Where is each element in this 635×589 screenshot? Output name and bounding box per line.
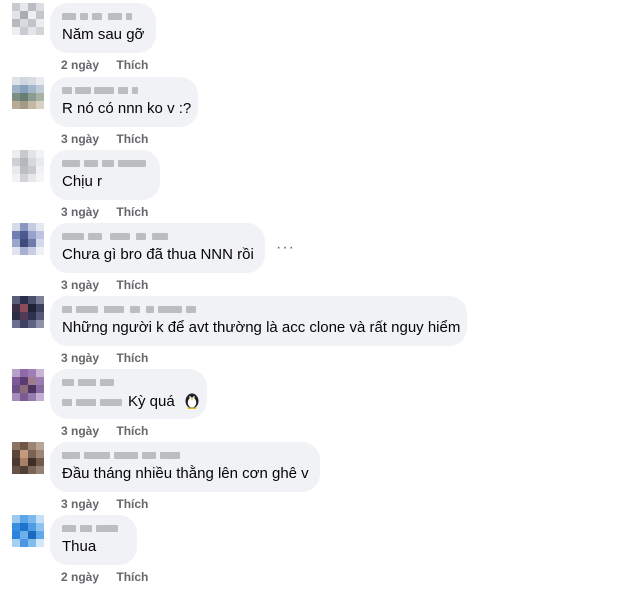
avatar[interactable] (12, 150, 44, 182)
avatar[interactable] (12, 515, 44, 547)
comment-meta: 2 ngày Thích (61, 570, 148, 584)
comment-bubble: R nó có nnn ko v :? (50, 77, 198, 127)
comment-time[interactable]: 2 ngày (61, 58, 99, 72)
like-button[interactable]: Thích (116, 58, 148, 72)
comment-bubble: Chưa gì bro đã thua NNN rồi (50, 223, 265, 273)
comment-text: Chịu r (62, 173, 103, 190)
comment-time[interactable]: 3 ngày (61, 497, 99, 511)
author-name[interactable] (62, 11, 144, 21)
avatar[interactable] (12, 369, 44, 401)
avatar[interactable] (12, 77, 44, 109)
comment-bubble: Những người k để avt thường là acc clone… (50, 296, 467, 346)
comment-feed: Năm sau gỡ 2 ngày Thích R nó có nnn ko v… (0, 0, 635, 589)
comment-bubble: Đầu tháng nhiều thằng lên cơn ghê v (50, 442, 320, 492)
like-button[interactable]: Thích (116, 497, 148, 511)
avatar[interactable] (12, 296, 44, 328)
author-name[interactable] (62, 304, 455, 314)
comment-time[interactable]: 3 ngày (61, 278, 99, 292)
author-name[interactable] (62, 377, 195, 387)
comment-meta: 3 ngày Thích (61, 132, 148, 146)
comment-text: R nó có nnn ko v :? (62, 100, 192, 117)
like-button[interactable]: Thích (116, 570, 148, 584)
comment-meta: 2 ngày Thích (61, 58, 148, 72)
comment-meta: 3 ngày Thích (61, 278, 148, 292)
penguin-emoji (185, 393, 199, 409)
comment-bubble: Năm sau gỡ (50, 3, 156, 53)
author-name[interactable] (62, 523, 125, 533)
comment-text: Thua (62, 538, 97, 555)
comment-text: Kỳ quá (128, 393, 175, 410)
comment-time[interactable]: 3 ngày (61, 132, 99, 146)
like-button[interactable]: Thích (116, 205, 148, 219)
comment-time[interactable]: 2 ngày (61, 570, 99, 584)
tagged-user[interactable] (62, 397, 124, 407)
author-name[interactable] (62, 231, 253, 241)
comment-meta: 3 ngày Thích (61, 424, 148, 438)
comment-text: Đầu tháng nhiều thằng lên cơn ghê v (62, 465, 309, 482)
comment-bubble: Kỳ quá (50, 369, 207, 419)
comment-time[interactable]: 3 ngày (61, 351, 99, 365)
avatar[interactable] (12, 3, 44, 35)
like-button[interactable]: Thích (116, 424, 148, 438)
comment-meta: 3 ngày Thích (61, 497, 148, 511)
comment-text: Chưa gì bro đã thua NNN rồi (62, 246, 254, 263)
comment-time[interactable]: 3 ngày (61, 424, 99, 438)
comment-time[interactable]: 3 ngày (61, 205, 99, 219)
avatar[interactable] (12, 223, 44, 255)
avatar[interactable] (12, 442, 44, 474)
author-name[interactable] (62, 450, 308, 460)
comment-meta: 3 ngày Thích (61, 205, 148, 219)
like-button[interactable]: Thích (116, 278, 148, 292)
more-options-icon[interactable]: ··· (276, 240, 295, 256)
comment-bubble: Chịu r (50, 150, 160, 200)
author-name[interactable] (62, 158, 148, 168)
like-button[interactable]: Thích (116, 351, 148, 365)
comment-text: Những người k để avt thường là acc clone… (62, 319, 461, 336)
like-button[interactable]: Thích (116, 132, 148, 146)
comment-bubble: Thua (50, 515, 137, 565)
author-name[interactable] (62, 85, 186, 95)
comment-text: Năm sau gỡ (62, 26, 145, 43)
comment-meta: 3 ngày Thích (61, 351, 148, 365)
